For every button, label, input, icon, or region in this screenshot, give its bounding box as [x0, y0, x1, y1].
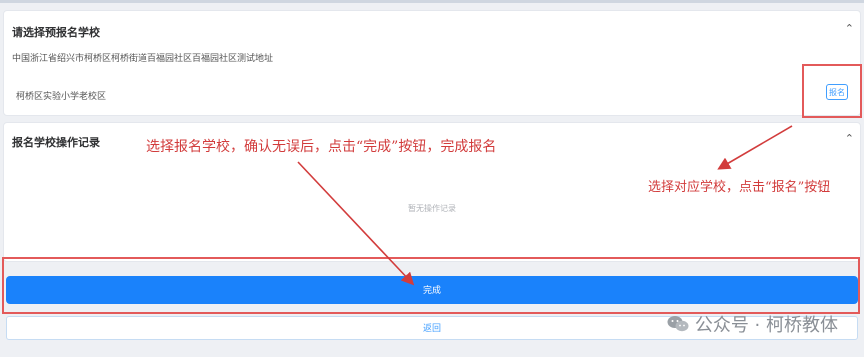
annotation-arrows — [297, 125, 793, 286]
arrow-to-finish — [297, 161, 415, 286]
wechat-icon — [667, 316, 689, 332]
watermark-text: 公众号 · 柯桥教体 — [694, 315, 838, 336]
arrow-to-signup — [717, 125, 793, 170]
watermark: 公众号 · 柯桥教体 — [667, 311, 838, 337]
